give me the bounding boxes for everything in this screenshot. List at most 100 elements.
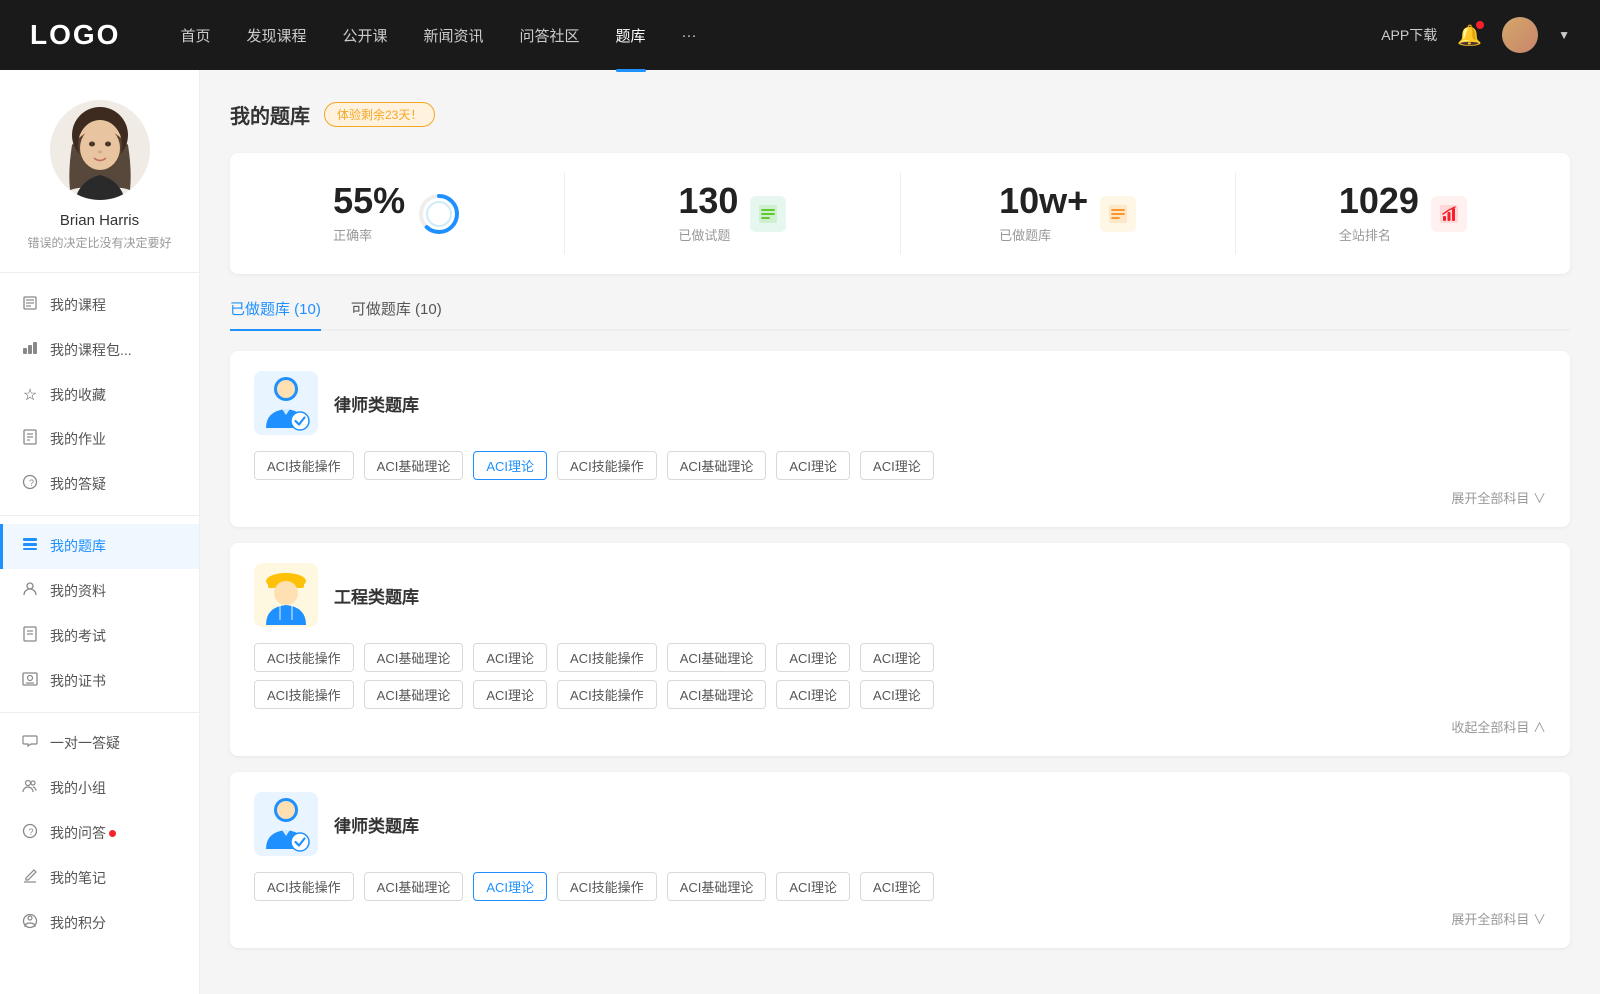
tag-3-4[interactable]: ACI基础理论 <box>667 872 767 901</box>
tag-2b-3[interactable]: ACI技能操作 <box>557 680 657 709</box>
engineer-icon-1 <box>254 563 318 627</box>
user-dropdown-arrow[interactable]: ▼ <box>1558 28 1570 42</box>
tag-3-2[interactable]: ACI理论 <box>473 872 547 901</box>
tab-done-banks[interactable]: 已做题库 (10) <box>230 298 321 329</box>
tag-1-1[interactable]: ACI基础理论 <box>364 451 464 480</box>
tag-2b-4[interactable]: ACI基础理论 <box>667 680 767 709</box>
nav-qa[interactable]: 问答社区 <box>520 25 580 46</box>
tabs-row: 已做题库 (10) 可做题库 (10) <box>230 298 1570 331</box>
my-bank-label: 我的题库 <box>50 536 106 556</box>
tag-1-3[interactable]: ACI技能操作 <box>557 451 657 480</box>
my-qa-icon: ? <box>20 474 40 495</box>
app-download-link[interactable]: APP下载 <box>1381 25 1437 45</box>
tag-3-6[interactable]: ACI理论 <box>860 872 934 901</box>
trial-badge: 体验剩余23天！ <box>324 102 435 127</box>
collapse-link-2[interactable]: 收起全部科目 ∧ <box>254 717 1546 736</box>
sidebar-item-my-points[interactable]: 我的积分 <box>0 901 199 946</box>
tags-row-2b: ACI技能操作 ACI基础理论 ACI理论 ACI技能操作 ACI基础理论 AC… <box>254 680 1546 709</box>
svg-text:?: ? <box>29 827 34 837</box>
questions-notification-dot <box>109 830 116 837</box>
expand-link-1[interactable]: 展开全部科目 ∨ <box>254 488 1546 507</box>
tag-2a-0[interactable]: ACI技能操作 <box>254 643 354 672</box>
stat-text-2: 130 已做试题 <box>678 183 738 244</box>
stat-text-3: 10w+ 已做题库 <box>999 183 1088 244</box>
my-points-label: 我的积分 <box>50 913 106 933</box>
sidebar-item-my-questions[interactable]: ? 我的问答 <box>0 811 199 856</box>
bank-card-header-2: 工程类题库 <box>254 563 1546 627</box>
stat-label-done: 已做试题 <box>678 225 738 244</box>
sidebar-item-my-course[interactable]: 我的课程 <box>0 283 199 328</box>
tag-3-3[interactable]: ACI技能操作 <box>557 872 657 901</box>
tag-1-0[interactable]: ACI技能操作 <box>254 451 354 480</box>
tag-2b-1[interactable]: ACI基础理论 <box>364 680 464 709</box>
nav-news[interactable]: 新闻资讯 <box>424 25 484 46</box>
stat-number-correct: 55% <box>333 183 405 219</box>
stat-done-banks: 10w+ 已做题库 <box>901 173 1236 254</box>
my-group-icon <box>20 778 40 799</box>
sidebar-item-my-package[interactable]: 我的课程包... <box>0 328 199 373</box>
bank-card-engineer-1: 工程类题库 ACI技能操作 ACI基础理论 ACI理论 ACI技能操作 ACI基… <box>230 543 1570 756</box>
my-cert-label: 我的证书 <box>50 671 106 691</box>
sidebar-item-my-data[interactable]: 我的资料 <box>0 569 199 614</box>
list-icon <box>757 203 779 225</box>
tag-3-1[interactable]: ACI基础理论 <box>364 872 464 901</box>
tag-3-0[interactable]: ACI技能操作 <box>254 872 354 901</box>
tag-2a-5[interactable]: ACI理论 <box>776 643 850 672</box>
tag-2b-0[interactable]: ACI技能操作 <box>254 680 354 709</box>
stat-text: 55% 正确率 <box>333 183 405 244</box>
tags-row-3: ACI技能操作 ACI基础理论 ACI理论 ACI技能操作 ACI基础理论 AC… <box>254 872 1546 901</box>
avatar-image <box>1502 17 1538 53</box>
my-exam-label: 我的考试 <box>50 626 106 646</box>
bank-card-lawyer-1: 律师类题库 ACI技能操作 ACI基础理论 ACI理论 ACI技能操作 ACI基… <box>230 351 1570 527</box>
nav-home[interactable]: 首页 <box>180 25 210 46</box>
sidebar-item-my-cert[interactable]: 我的证书 <box>0 659 199 704</box>
tag-2b-6[interactable]: ACI理论 <box>860 680 934 709</box>
my-homework-label: 我的作业 <box>50 429 106 449</box>
sidebar-item-my-homework[interactable]: 我的作业 <box>0 417 199 462</box>
stat-icon-orange-list <box>1100 196 1136 232</box>
tags-row-1: ACI技能操作 ACI基础理论 ACI理论 ACI技能操作 ACI基础理论 AC… <box>254 451 1546 480</box>
tab-available-banks[interactable]: 可做题库 (10) <box>351 298 442 329</box>
tag-2a-2[interactable]: ACI理论 <box>473 643 547 672</box>
bank-name-3: 律师类题库 <box>334 812 419 837</box>
sidebar-item-my-bank[interactable]: 我的题库 <box>0 524 199 569</box>
nav-open-course[interactable]: 公开课 <box>342 25 387 46</box>
profile-avatar[interactable] <box>50 100 150 200</box>
navbar-right: APP下载 🔔 ▼ <box>1381 17 1570 53</box>
tag-2a-1[interactable]: ACI基础理论 <box>364 643 464 672</box>
tag-2a-4[interactable]: ACI基础理论 <box>667 643 767 672</box>
logo[interactable]: LOGO <box>30 19 120 51</box>
sidebar-item-one-on-one[interactable]: 一对一答疑 <box>0 721 199 766</box>
avatar-svg <box>50 100 150 200</box>
tag-2a-3[interactable]: ACI技能操作 <box>557 643 657 672</box>
tag-2b-2[interactable]: ACI理论 <box>473 680 547 709</box>
nav-bank[interactable]: 题库 <box>616 25 646 46</box>
avatar[interactable] <box>1502 17 1538 53</box>
my-points-icon <box>20 913 40 934</box>
notification-bell[interactable]: 🔔 <box>1457 23 1482 48</box>
tag-1-2[interactable]: ACI理论 <box>473 451 547 480</box>
lawyer-icon-1 <box>254 371 318 435</box>
tag-3-5[interactable]: ACI理论 <box>776 872 850 901</box>
sidebar-item-my-qa[interactable]: ? 我的答疑 <box>0 462 199 507</box>
my-collect-icon: ☆ <box>20 385 40 405</box>
tag-1-4[interactable]: ACI基础理论 <box>667 451 767 480</box>
page-header: 我的题库 体验剩余23天！ <box>230 100 1570 129</box>
my-questions-label: 我的问答 <box>50 823 106 843</box>
sidebar-item-my-exam[interactable]: 我的考试 <box>0 614 199 659</box>
sidebar-item-my-collect[interactable]: ☆ 我的收藏 <box>0 373 199 417</box>
sidebar-item-my-group[interactable]: 我的小组 <box>0 766 199 811</box>
expand-link-3[interactable]: 展开全部科目 ∨ <box>254 909 1546 928</box>
stat-rank: 1029 全站排名 <box>1236 173 1570 254</box>
nav-discover[interactable]: 发现课程 <box>246 25 306 46</box>
stat-icon-circle <box>417 192 461 236</box>
sidebar-item-my-notes[interactable]: 我的笔记 <box>0 856 199 901</box>
notification-dot <box>1476 21 1484 29</box>
tag-2b-5[interactable]: ACI理论 <box>776 680 850 709</box>
tag-1-6[interactable]: ACI理论 <box>860 451 934 480</box>
tag-2a-6[interactable]: ACI理论 <box>860 643 934 672</box>
nav-more[interactable]: ··· <box>682 27 697 44</box>
sidebar-menu: 我的课程 我的课程包... ☆ 我的收藏 我的作业 ? <box>0 273 199 956</box>
stat-icon-green-list <box>750 196 786 232</box>
tag-1-5[interactable]: ACI理论 <box>776 451 850 480</box>
